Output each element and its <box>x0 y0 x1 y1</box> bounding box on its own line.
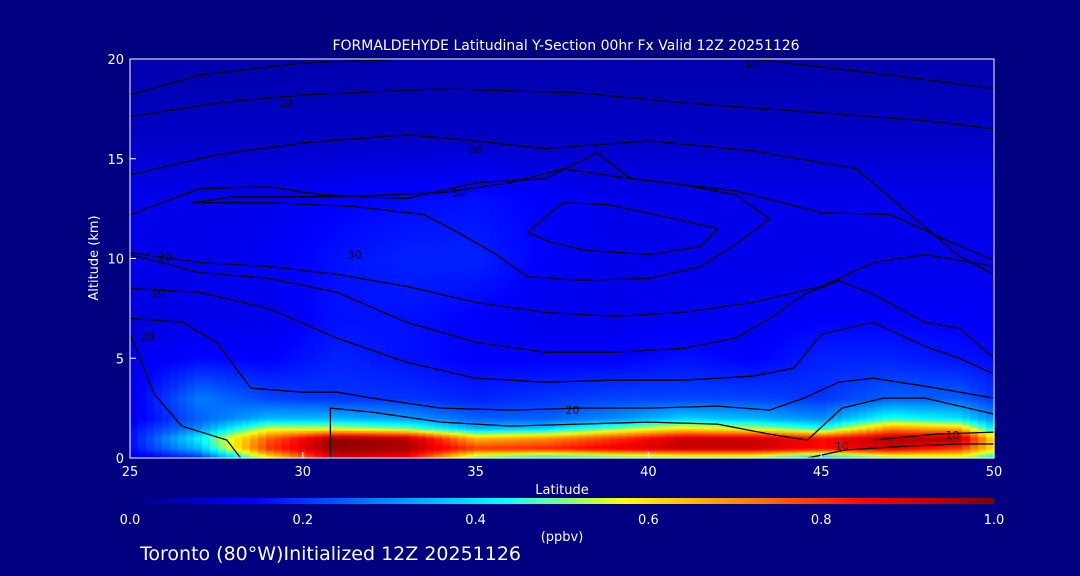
heatmap-layer <box>130 59 995 459</box>
plot-area: 1020303030201020201010 <box>129 57 995 459</box>
chart: FORMALDEHYDE Latitudinal Y-Section 00hr … <box>87 38 1004 545</box>
chart-title: FORMALDEHYDE Latitudinal Y-Section 00hr … <box>332 38 799 54</box>
